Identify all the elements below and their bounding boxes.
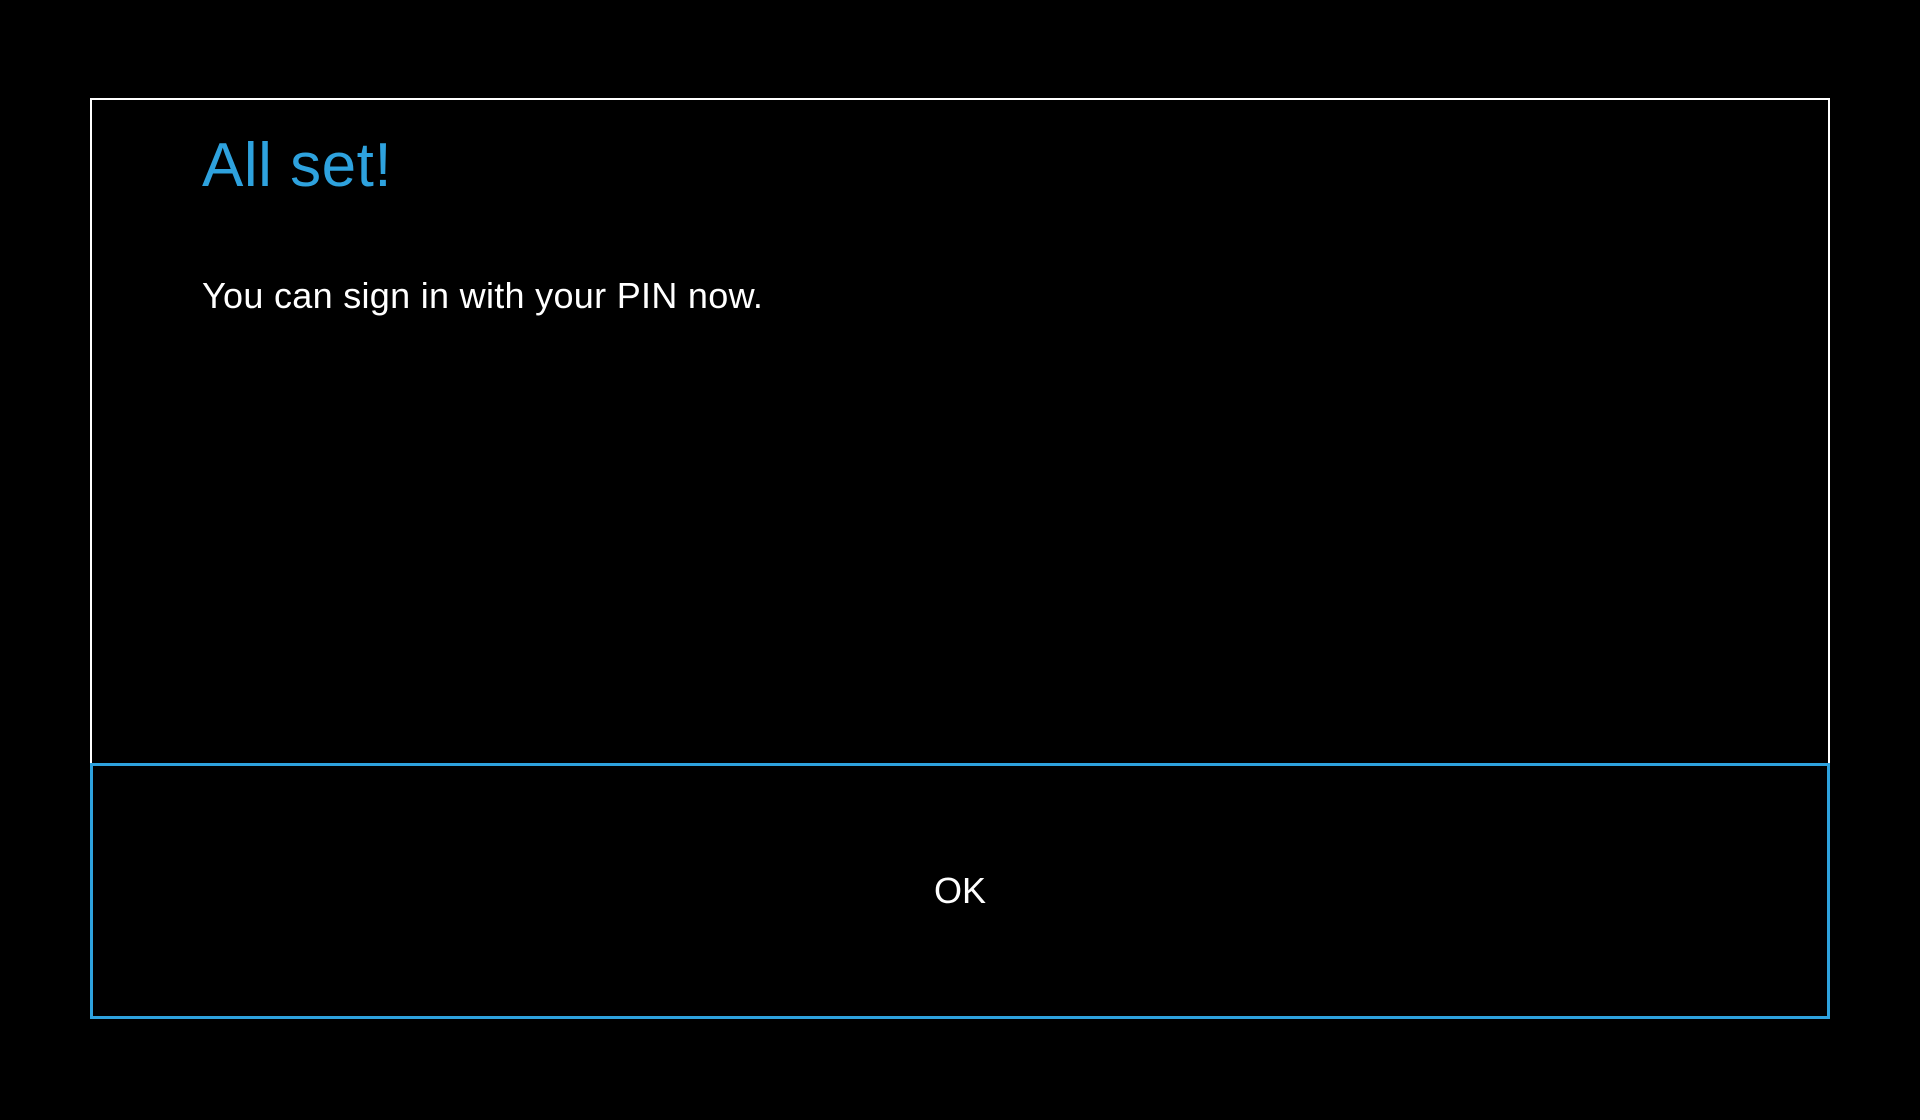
dialog-message: You can sign in with your PIN now.	[202, 275, 1718, 317]
ok-button[interactable]: OK	[90, 763, 1830, 1019]
dialog-container: All set! You can sign in with your PIN n…	[90, 98, 1830, 1019]
dialog-title: All set!	[202, 130, 1718, 201]
ok-button-label: OK	[934, 870, 986, 912]
dialog-content: All set! You can sign in with your PIN n…	[92, 100, 1828, 765]
